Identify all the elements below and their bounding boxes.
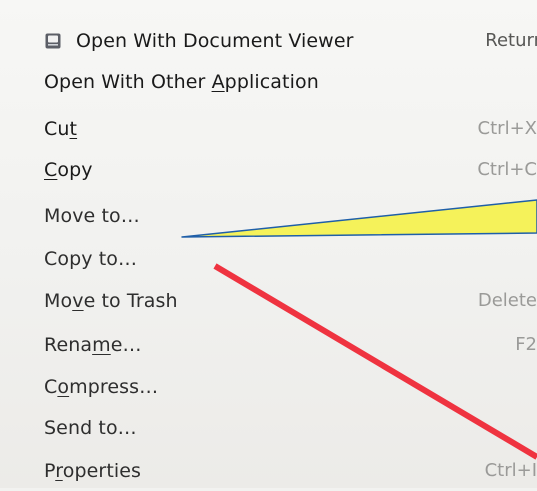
menu-item-copy[interactable]: Copy Ctrl+C [0, 150, 537, 190]
label-part-before-mnemonic: Open With Other [44, 71, 212, 93]
menu-item-send-to[interactable]: Send to… [0, 408, 537, 448]
menu-item-move-to-trash[interactable]: Move to Trash Delete [0, 281, 537, 321]
menu-item-label: Move to… [44, 205, 140, 227]
mnemonic-letter: t [69, 118, 78, 140]
document-viewer-icon [45, 33, 61, 49]
menu-item-move-to[interactable]: Move to… [0, 196, 537, 236]
context-menu: Open With Document Viewer Return Open Wi… [0, 0, 537, 488]
label-part-after-mnemonic: e to Trash [83, 290, 178, 312]
label-part-after-mnemonic: e… [110, 334, 142, 356]
menu-item-accelerator: Ctrl+C [477, 159, 537, 180]
menu-item-label: Copy to… [44, 248, 138, 270]
menu-item-accelerator: Ctrl+X [477, 118, 537, 139]
mnemonic-letter: v [72, 290, 84, 312]
menu-item-accelerator: Return [485, 30, 537, 51]
label-part-before-mnemonic: P [44, 460, 56, 482]
menu-item-open-with-document-viewer[interactable]: Open With Document Viewer Return [0, 21, 537, 61]
menu-item-accelerator: Delete [477, 290, 537, 311]
menu-item-label: Compress… [44, 376, 158, 398]
label-part-before-mnemonic: C [44, 376, 58, 398]
menu-item-rename[interactable]: Rename… F2 [0, 325, 537, 365]
menu-item-label: Open With Other Application [44, 71, 319, 93]
mnemonic-letter: r [55, 460, 63, 482]
menu-item-open-with-other-application[interactable]: Open With Other Application [0, 62, 537, 102]
menu-item-label: Move to Trash [44, 290, 178, 312]
menu-item-label: Copy [44, 159, 93, 181]
mnemonic-letter: C [44, 159, 58, 181]
menu-item-compress[interactable]: Compress… [0, 367, 537, 407]
label-part-before-mnemonic: Mo [44, 290, 73, 312]
label-part-after-mnemonic: opy [57, 159, 93, 181]
mnemonic-letter: o [57, 376, 70, 398]
menu-item-label: Cut [44, 118, 77, 140]
menu-item-properties[interactable]: Properties Ctrl+I [0, 451, 537, 491]
menu-item-label: Open With Document Viewer [76, 30, 354, 52]
label-part-after-mnemonic: pplication [224, 71, 319, 93]
mnemonic-letter: A [211, 71, 225, 93]
menu-item-label: Send to… [44, 417, 137, 439]
mnemonic-letter: m [92, 334, 111, 356]
menu-item-copy-to[interactable]: Copy to… [0, 239, 537, 279]
menu-item-accelerator: F2 [515, 334, 537, 355]
label-part-before-mnemonic: Rena [44, 334, 93, 356]
label-part-after-mnemonic: mpress… [69, 376, 159, 398]
menu-item-accelerator: Ctrl+I [484, 460, 537, 481]
menu-item-label: Properties [44, 460, 141, 482]
label-part-before-mnemonic: Cu [44, 118, 70, 140]
menu-item-label: Rename… [44, 334, 142, 356]
menu-item-cut[interactable]: Cut Ctrl+X [0, 109, 537, 149]
label-part-after-mnemonic: operties [62, 460, 142, 482]
